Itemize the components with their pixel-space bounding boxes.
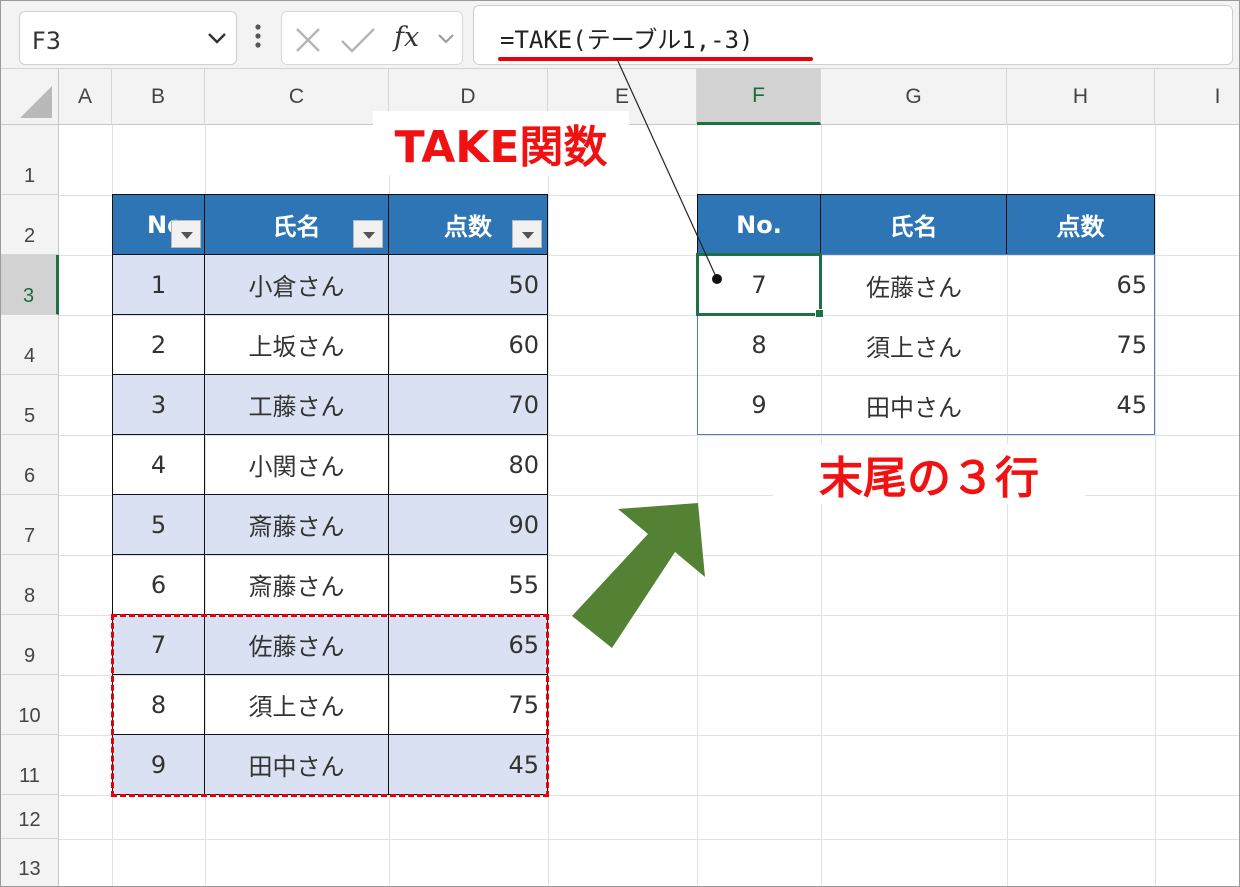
green-arrow-icon (572, 503, 705, 648)
take-function-label: TAKE関数 (373, 111, 629, 175)
callout-leader-line (616, 58, 718, 280)
callout-leader-dot (712, 274, 722, 284)
last-three-rows-label: 末尾の３行 (773, 444, 1085, 504)
spreadsheet-window: F3 fx =TAKE(テーブル1,-3) A B C D E F G H I … (0, 0, 1240, 887)
